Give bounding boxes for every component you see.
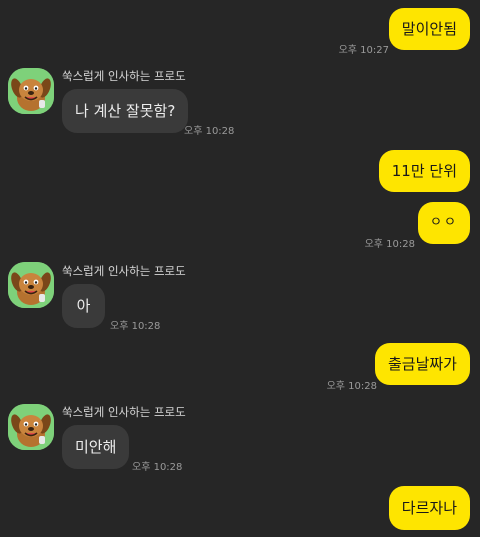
message-bubble-mine[interactable]: 11만 단위	[378, 150, 470, 192]
message-timestamp: 오후 10:28	[132, 462, 183, 473]
frodo-dog-avatar-icon	[8, 404, 54, 450]
message-bubble-mine[interactable]: 출금날짜가	[374, 343, 470, 385]
frodo-dog-avatar-icon	[8, 262, 54, 308]
frodo-dog-avatar-icon	[8, 68, 54, 114]
sender-name: 쑥스럽게 인사하는 프로도	[62, 264, 186, 278]
message-timestamp: 오후 10:28	[110, 321, 161, 332]
sender-name: 쑥스럽게 인사하는 프로도	[62, 405, 186, 419]
message-bubble-other[interactable]: 나 계산 잘못함?	[62, 89, 189, 133]
message-timestamp: 오후 10:28	[184, 126, 235, 137]
message-bubble-other[interactable]: 아	[62, 284, 105, 328]
message-bubble-other[interactable]: 미안해	[62, 425, 130, 469]
sender-avatar[interactable]	[8, 68, 54, 114]
message-bubble-mine[interactable]: ㅇㅇ	[418, 202, 470, 244]
sender-name: 쑥스럽게 인사하는 프로도	[62, 69, 186, 83]
sender-avatar[interactable]	[8, 262, 54, 308]
message-timestamp: 오후 10:28	[364, 239, 415, 250]
message-timestamp: 오후 10:28	[326, 381, 377, 392]
message-timestamp: 오후 10:27	[338, 45, 389, 56]
message-bubble-mine[interactable]: 말이안됨	[388, 8, 470, 50]
sender-avatar[interactable]	[8, 404, 54, 450]
message-bubble-mine[interactable]: 다르자나	[388, 486, 470, 530]
